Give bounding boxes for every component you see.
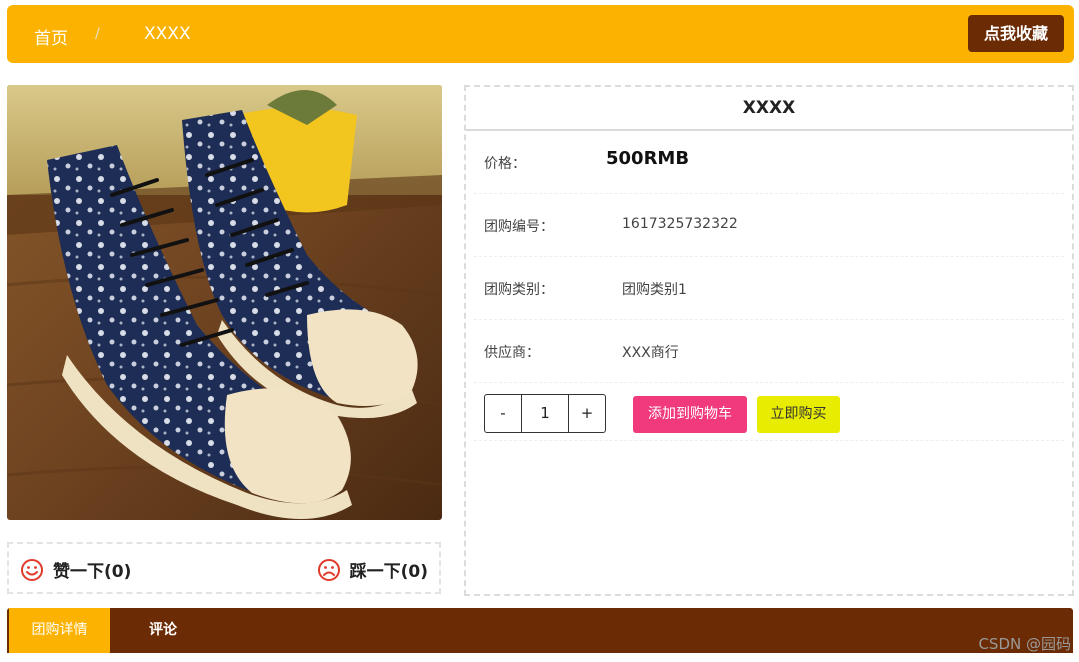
group-id-value: 1617325732322 <box>622 216 738 232</box>
group-id-row: 团购编号： 1617325732322 <box>474 194 1064 257</box>
breadcrumb-separator: / <box>95 26 100 42</box>
category-value: 团购类别1 <box>622 282 687 298</box>
sad-face-icon <box>317 558 340 581</box>
top-nav-bar: 首页 / XXXX 点我收藏 <box>7 5 1074 63</box>
detail-tabs: 团购详情 评论 <box>7 608 1073 653</box>
watermark: CSDN @园码 <box>978 635 1071 653</box>
price-row: 价格： 500RMB <box>474 131 1064 194</box>
decrement-button[interactable]: - <box>485 395 521 432</box>
category-label: 团购类别： <box>484 282 554 298</box>
add-to-cart-button[interactable]: 添加到购物车 <box>633 396 747 433</box>
tab-group-details[interactable]: 团购详情 <box>9 608 110 653</box>
buy-now-button[interactable]: 立即购买 <box>757 396 840 433</box>
like-button[interactable]: 赞一下(0) <box>20 557 131 582</box>
product-image <box>7 85 442 520</box>
category-row: 团购类别： 团购类别1 <box>474 257 1064 320</box>
favorite-button[interactable]: 点我收藏 <box>968 15 1064 52</box>
breadcrumb-home-link[interactable]: 首页 <box>34 24 68 49</box>
quantity-stepper: - 1 + <box>484 394 606 433</box>
product-info-panel: XXXX 价格： 500RMB 团购编号： 1617325732322 团购类别… <box>464 85 1074 596</box>
breadcrumb-current: XXXX <box>144 24 191 44</box>
smile-face-icon <box>21 558 43 581</box>
like-label: 赞一下(0) <box>53 562 132 582</box>
supplier-row: 供应商： XXX商行 <box>474 320 1064 383</box>
product-title: XXXX <box>466 87 1072 131</box>
vote-bar: 赞一下(0) 踩一下(0) <box>7 542 441 594</box>
price-value: 500RMB <box>606 148 690 169</box>
group-id-label: 团购编号： <box>484 219 554 235</box>
increment-button[interactable]: + <box>569 395 605 432</box>
price-label: 价格： <box>484 156 526 172</box>
sneaker-illustration <box>7 85 442 520</box>
tab-comments[interactable]: 评论 <box>133 608 193 653</box>
dislike-label: 踩一下(0) <box>349 562 428 582</box>
supplier-value: XXX商行 <box>622 345 679 361</box>
purchase-actions: - 1 + 添加到购物车 立即购买 <box>474 383 1064 441</box>
quantity-input[interactable]: 1 <box>521 395 569 432</box>
supplier-label: 供应商： <box>484 345 540 361</box>
dislike-button[interactable]: 踩一下(0) <box>317 557 428 582</box>
